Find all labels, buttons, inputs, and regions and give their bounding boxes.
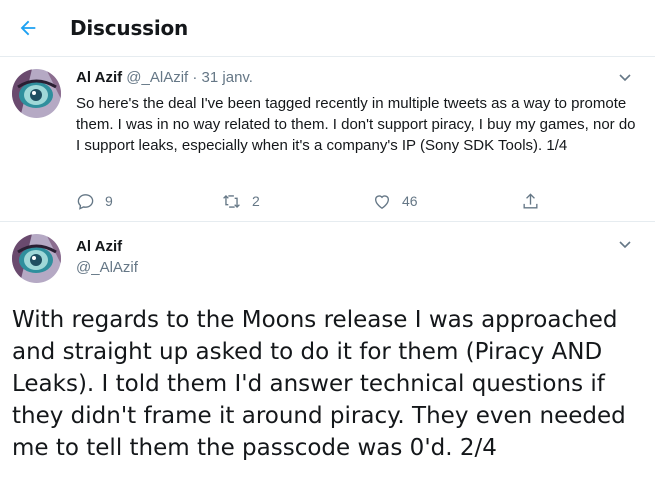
share-button[interactable]	[521, 190, 540, 212]
chevron-down-icon	[619, 74, 631, 82]
share-icon	[523, 192, 538, 209]
page-title: Discussion	[70, 16, 189, 40]
tweet-date[interactable]: 31 janv.	[202, 69, 253, 86]
heart-icon	[374, 194, 390, 209]
more-options-button[interactable]	[617, 236, 633, 252]
back-button[interactable]	[14, 14, 42, 42]
separator-dot: ·	[192, 69, 198, 86]
tweet-text: So here's the deal I've been tagged rece…	[76, 95, 636, 154]
avatar[interactable]	[12, 69, 61, 118]
tweet[interactable]: Al Azif @_AlAzif With regards to the Moo…	[0, 222, 655, 481]
author-handle[interactable]: @_AlAzif	[126, 69, 188, 86]
retweet-button[interactable]: 2	[221, 190, 260, 212]
like-button[interactable]: 46	[372, 190, 418, 212]
reply-icon	[77, 193, 94, 210]
arrow-left-icon	[20, 20, 36, 36]
tweet-header: Al Azif @_AlAzif · 31 janv.	[76, 69, 253, 86]
tweet-actions: 9 2 46	[76, 190, 546, 212]
author-name[interactable]: Al Azif	[76, 238, 122, 255]
tweet[interactable]: Al Azif @_AlAzif · 31 janv. So here's th…	[0, 57, 655, 222]
like-count: 46	[402, 193, 418, 209]
retweet-count: 2	[252, 193, 260, 209]
tweet-text: With regards to the Moons release I was …	[12, 307, 626, 461]
avatar[interactable]	[12, 234, 61, 283]
retweet-icon	[223, 194, 240, 208]
more-options-button[interactable]	[617, 69, 633, 85]
chevron-down-icon	[619, 241, 631, 249]
reply-count: 9	[105, 193, 113, 209]
page-header: Discussion	[0, 0, 655, 57]
author-name[interactable]: Al Azif	[76, 69, 122, 86]
author-handle[interactable]: @_AlAzif	[76, 259, 138, 276]
reply-button[interactable]: 9	[76, 190, 113, 212]
